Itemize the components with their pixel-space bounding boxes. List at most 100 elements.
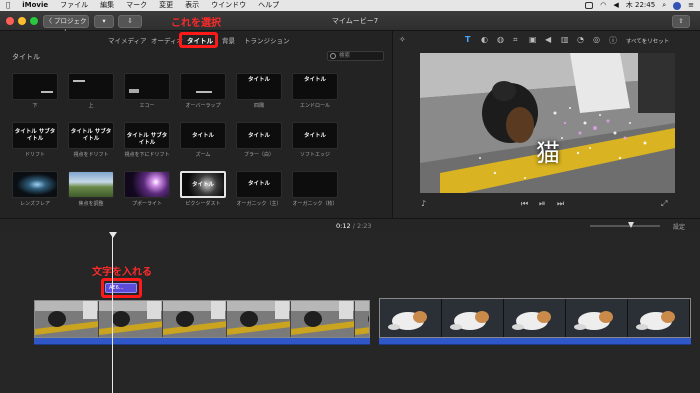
title-thumb-drift-down[interactable]: タイトル サブタイトル [124,122,170,149]
video-clip-1[interactable] [34,300,370,338]
titles-tab-highlight [179,32,218,48]
info-icon[interactable]: ⓘ [609,35,617,46]
battery-icon[interactable] [585,2,594,9]
select-annotation: これを選択 [171,18,221,29]
filter-icon[interactable]: ◎ [593,35,600,44]
clip-1-frames [35,301,369,337]
speed-icon[interactable]: ◔ [577,35,584,44]
magic-wand-icon[interactable]: ✧ [399,35,406,44]
thumb-text: タイトル サブタイトル [126,133,168,146]
video-title-overlay: 猫 [536,139,560,167]
zoom-slider[interactable] [590,222,660,228]
title-clip[interactable]: AE6... [105,283,137,293]
title-thumb-pixie-dust[interactable]: タイトル [180,171,226,198]
title-thumb-organic-alt[interactable] [292,171,338,198]
title-thumb-four-corners[interactable]: タイトル [236,73,282,100]
import-media-button[interactable]: ▾ [94,15,114,28]
title-thumb-overlap[interactable] [180,73,226,100]
apple-menu-icon[interactable]:  [0,0,16,11]
title-text-icon[interactable]: T [465,35,470,44]
window-toolbar: 〈 プロジェクト ▾ ⇩ マイムービー7 ⇧ [0,11,700,36]
search-icon [330,53,336,59]
section-label: タイトル [12,53,40,61]
camera-icon[interactable]: ▣ [529,35,537,44]
insert-text-annotation: 文字を入れる [92,267,152,278]
fullscreen-icon[interactable]: ⤢ [661,199,667,209]
title-label: レンズフレア [20,201,50,207]
menu-edit[interactable]: 編集 [94,0,120,11]
thumb-text: タイトル [303,133,326,139]
title-label: ソフトエッジ [299,152,330,158]
menu-mark[interactable]: マーク [120,0,153,11]
import-button[interactable]: ⇩ [118,15,142,28]
tab-transitions[interactable]: トランジション [244,35,290,45]
title-thumb-blur[interactable]: タイトル [236,122,282,149]
user-icon[interactable] [673,1,682,10]
title-thumb-credits[interactable]: タイトル [292,73,338,100]
thumb-text: タイトル [303,77,326,83]
thumb-text: タイトル [191,182,214,188]
title-thumb-echo[interactable] [124,73,170,100]
microphone-icon[interactable]: ♪ [421,199,426,208]
audio-track-2[interactable] [379,338,691,345]
color-correction-icon[interactable]: ◍ [497,35,504,44]
skip-forward-icon[interactable]: ⏭ [557,199,564,209]
timeline[interactable]: 文字を入れる AE6... [0,232,700,393]
title-label: プポーライト [131,201,162,207]
minimize-window-button[interactable] [18,17,26,25]
menu-list-icon[interactable]: ≡ [688,0,694,11]
audio-track-1[interactable] [34,338,370,345]
skip-back-icon[interactable]: ⏮ [521,199,528,209]
play-pause-icon[interactable]: ⏯ [539,199,545,209]
equalizer-icon[interactable]: ▥ [561,35,569,44]
zoom-slider-knob[interactable] [628,222,634,228]
thumb-text: タイトル [247,133,270,139]
menu-modify[interactable]: 変更 [153,0,179,11]
title-thumb-zoom[interactable]: タイトル [180,122,226,149]
title-thumb-lower[interactable] [12,73,58,100]
menu-help[interactable]: ヘルプ [252,0,285,11]
timeline-settings-button[interactable]: 設定 [673,222,685,231]
tab-backgrounds[interactable]: 背景 [222,35,235,45]
crop-icon[interactable]: ⌗ [513,35,518,45]
title-label: 上 [88,103,94,109]
title-thumb-lens-flare[interactable] [12,171,58,198]
wifi-icon[interactable]: ◠ [600,0,606,11]
zoom-window-button[interactable] [30,17,38,25]
playhead[interactable] [112,232,113,393]
reset-all-button[interactable]: すべてをリセット [626,37,669,45]
menu-window[interactable]: ウインドウ [205,0,252,11]
title-thumb-upper[interactable] [68,73,114,100]
title-thumb-soft-edge[interactable]: タイトル [292,122,338,149]
video-clip-2[interactable] [379,298,691,338]
search-icon[interactable]: ⌕ [662,0,666,11]
clock[interactable]: 木 22:45 [626,0,655,11]
menu-app-imovie[interactable]: iMovie [16,0,54,11]
menu-file[interactable]: ファイル [54,0,94,11]
thumb-text: タイトル サブタイトル [14,129,56,142]
video-preview[interactable]: 猫 [420,53,675,193]
title-thumb-drift-perspective[interactable]: タイトル サブタイトル [68,122,114,149]
title-label: 焦点を調整 [78,201,104,207]
color-balance-icon[interactable]: ◐ [481,35,488,44]
title-thumb-focus[interactable] [68,171,114,198]
title-thumb-organic-main[interactable]: タイトル [236,171,282,198]
title-thumb-drift[interactable]: タイトル サブタイトル [12,122,58,149]
playhead-handle[interactable] [109,232,117,238]
title-label: オーバーラップ [185,103,221,109]
menu-view[interactable]: 表示 [179,0,205,11]
tab-my-media[interactable]: マイメディア [108,35,147,45]
close-window-button[interactable] [6,17,14,25]
content-browser: マイメディア オーディオ タイトル 背景 トランジション これを選択 タイトル … [0,18,392,218]
thumb-text: タイトル [247,181,270,187]
volume-icon[interactable]: ◀ [613,0,618,11]
title-label: ドリフト [24,152,45,158]
title-thumb-spotlight[interactable] [124,171,170,198]
thumb-text: タイトル [191,133,214,139]
title-label: エンドロール [299,103,330,109]
share-button[interactable]: ⇧ [672,15,690,28]
projects-button[interactable]: 〈 プロジェクト [43,15,89,36]
title-label: 視点を下にドリフト [124,152,170,158]
volume-icon[interactable]: ◀ [545,35,551,44]
search-input[interactable]: 検索 [327,51,384,61]
